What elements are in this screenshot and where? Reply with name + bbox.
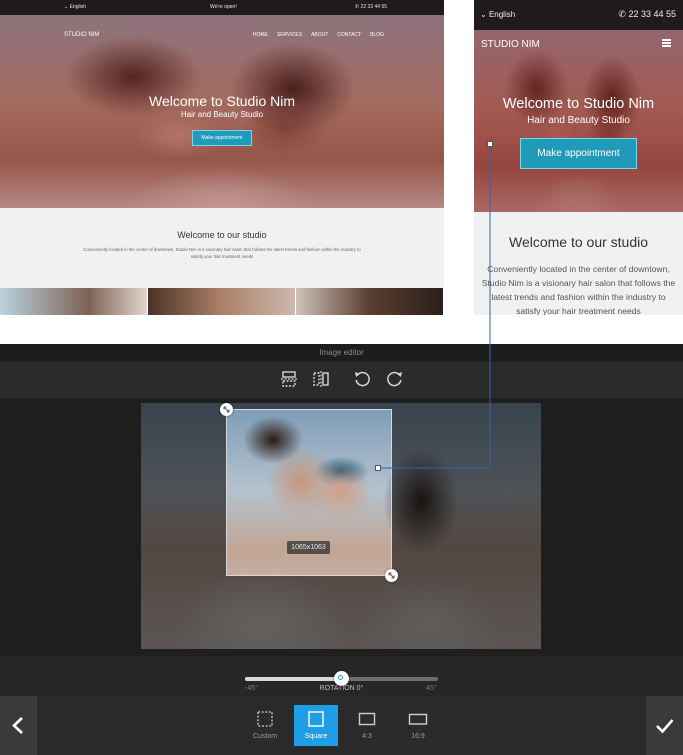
mobile-phone-number: 22 33 44 55: [628, 9, 676, 19]
ratio-square[interactable]: Square: [294, 705, 338, 746]
mobile-language-label: English: [488, 10, 516, 19]
gallery-image: [148, 288, 296, 315]
square-crop-icon: [308, 711, 324, 727]
desktop-gallery-strip: [0, 288, 444, 315]
editor-title: Image editor: [0, 344, 683, 362]
editor-toolbar: [0, 362, 683, 398]
mobile-appointment-button[interactable]: Make appointment: [520, 138, 637, 169]
crop-dimensions-label: 1065x1063: [287, 541, 330, 554]
custom-crop-icon: [257, 711, 273, 727]
ratio-custom[interactable]: Custom: [243, 705, 287, 746]
rotate-right-icon: [387, 371, 402, 387]
rotation-slider-thumb[interactable]: [334, 671, 349, 686]
editor-bottom-bar: Custom Square 4:3 16:9: [0, 696, 683, 755]
crop-handle-bottom-right[interactable]: [385, 569, 398, 582]
ratio-4-3-icon: [358, 712, 376, 726]
ratio-4-3[interactable]: 4:3: [345, 705, 389, 746]
desktop-intro-body: Conveniently located in the center of do…: [83, 247, 361, 259]
screenshot-stage: ⌄ English We're open! ✆ 22 33 44 55 STUD…: [0, 0, 683, 755]
mobile-intro-section: Welcome to our studio Conveniently locat…: [474, 212, 683, 315]
phone-icon: ✆: [355, 4, 360, 10]
image-editor: Image editor 1065x1063 -45° ROTATION 0° …: [0, 344, 683, 755]
flip-horizontal-icon: [313, 371, 329, 387]
mobile-hero: STUDIO NIM Welcome to Studio Nim Hair an…: [474, 30, 683, 212]
nav-contact[interactable]: CONTACT: [337, 32, 361, 38]
rotation-max-label: 45°: [426, 685, 437, 692]
gallery-image: [296, 288, 444, 315]
desktop-nav: HOME SERVICES ABOUT CONTACT BLOG: [253, 32, 384, 38]
desktop-top-bar: ⌄ English We're open! ✆ 22 33 44 55: [0, 0, 444, 15]
mobile-language-selector[interactable]: ⌄ English: [480, 10, 515, 19]
phone-icon: ✆: [618, 9, 626, 19]
ratio-16-9-icon: [408, 713, 428, 725]
ratio-custom-label: Custom: [252, 733, 278, 740]
mobile-brand[interactable]: STUDIO NIM: [481, 39, 540, 50]
rotate-right-button[interactable]: [385, 369, 405, 389]
flip-vertical-icon: [281, 371, 297, 387]
resize-diagonal-icon: [388, 572, 395, 579]
desktop-hero-subtitle: Hair and Beauty Studio: [180, 110, 264, 119]
mobile-phone: ✆ 22 33 44 55: [618, 9, 676, 20]
editor-canvas: 1065x1063: [0, 398, 683, 656]
desktop-brand[interactable]: STUDIO NIM: [64, 32, 99, 38]
rotation-label: ROTATION 0°: [319, 685, 364, 692]
nav-services[interactable]: SERVICES: [277, 32, 302, 38]
flip-vertical-button[interactable]: [279, 369, 299, 389]
desktop-intro-title: Welcome to our studio: [177, 230, 267, 240]
rotation-slider-track[interactable]: [245, 671, 438, 686]
desktop-language-label: English: [69, 4, 86, 10]
mobile-preview: ⌄ English ✆ 22 33 44 55 STUDIO NIM Welco…: [474, 0, 683, 315]
rotation-control: -45° ROTATION 0° 45°: [0, 656, 683, 696]
rotation-slider-fill: [245, 677, 342, 681]
desktop-preview: ⌄ English We're open! ✆ 22 33 44 55 STUD…: [0, 0, 444, 315]
confirm-button[interactable]: [646, 696, 683, 755]
mobile-intro-body: Conveniently located in the center of do…: [481, 264, 676, 315]
ratio-16-9[interactable]: 16:9: [396, 705, 440, 746]
nav-blog[interactable]: BLOG: [370, 32, 384, 38]
desktop-announcement: We're open!: [210, 4, 237, 10]
chevron-left-icon: [12, 717, 23, 734]
rotate-left-button[interactable]: [352, 369, 372, 389]
checkmark-icon: [656, 719, 674, 734]
ratio-4-3-label: 4:3: [362, 733, 372, 740]
desktop-phone-number: 22 33 44 55: [360, 4, 388, 10]
ratio-square-label: Square: [304, 733, 328, 740]
mobile-hero-subtitle: Hair and Beauty Studio: [527, 115, 630, 126]
desktop-appointment-button[interactable]: Make appointment: [192, 130, 252, 146]
desktop-language-selector[interactable]: ⌄ English: [64, 4, 86, 10]
crop-handle-top-left[interactable]: [220, 403, 233, 416]
flip-horizontal-button[interactable]: [311, 369, 331, 389]
hamburger-menu-icon[interactable]: [662, 39, 671, 47]
gallery-image: [0, 288, 148, 315]
nav-about[interactable]: ABOUT: [311, 32, 328, 38]
resize-diagonal-icon: [223, 406, 230, 413]
desktop-hero-title: Welcome to Studio Nim: [148, 93, 295, 109]
mobile-intro-title: Welcome to our studio: [508, 234, 649, 250]
rotate-left-icon: [355, 371, 370, 387]
mobile-hero-title: Welcome to Studio Nim: [502, 96, 655, 112]
ratio-16-9-label: 16:9: [411, 733, 425, 740]
desktop-hero: STUDIO NIM HOME SERVICES ABOUT CONTACT B…: [0, 15, 444, 208]
nav-home[interactable]: HOME: [253, 32, 268, 38]
desktop-intro-section: Welcome to our studio Conveniently locat…: [0, 208, 444, 288]
desktop-phone: ✆ 22 33 44 55: [355, 4, 387, 10]
back-button[interactable]: [0, 696, 37, 755]
mobile-top-bar: ⌄ English ✆ 22 33 44 55: [474, 0, 683, 30]
